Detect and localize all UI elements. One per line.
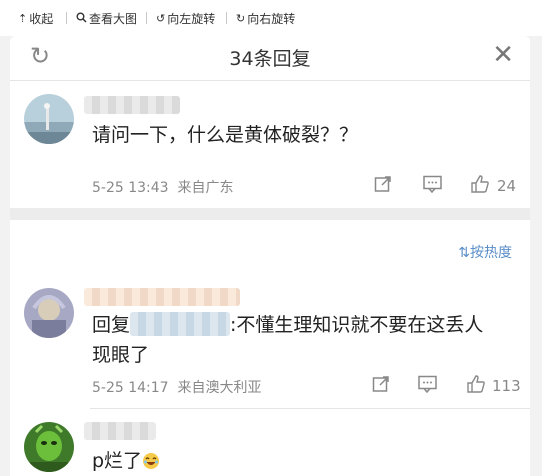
close-icon[interactable]: ✕ — [492, 40, 514, 70]
reply-text: 回复:不懂生理知识就不要在这丢人现眼了 — [92, 310, 502, 370]
username-redacted[interactable] — [84, 422, 156, 440]
like-icon[interactable] — [466, 374, 486, 399]
comment-text: 请问一下，什么是黄体破裂？？ — [92, 124, 359, 146]
rotate-right-label: 向右旋转 — [247, 12, 296, 26]
comment-icon[interactable] — [418, 375, 437, 398]
reply-body: p烂了 — [92, 450, 143, 472]
avatar[interactable] — [24, 94, 74, 144]
reply-panel: ↻ 34条回复 ✕ 请问一下，什么是黄体破裂？？ 5-25 13:43 来自广东 — [10, 36, 530, 476]
comment-location: 来自广东 — [177, 180, 234, 196]
toolbar-divider — [146, 12, 147, 24]
panel-title: 34条回复 — [229, 48, 311, 70]
share-icon[interactable] — [374, 175, 392, 198]
like-count: 24 — [497, 177, 517, 195]
like-icon[interactable] — [470, 174, 490, 199]
upload-arrow-icon: ⇡ — [18, 12, 28, 25]
reply-prefix: 回复 — [92, 314, 131, 336]
reply-location: 来自澳大利亚 — [177, 380, 262, 396]
reply-divider — [90, 408, 530, 409]
mention-redacted[interactable] — [130, 312, 231, 336]
magnifier-icon — [76, 12, 87, 26]
comment-meta: 5-25 13:43 来自广东 — [92, 177, 233, 197]
section-gap — [10, 208, 530, 220]
collapse-button[interactable]: ⇡ 收起 — [18, 10, 53, 27]
rotate-right-icon: ↻ — [236, 12, 246, 25]
laughing-emoji-icon — [142, 449, 160, 476]
sort-by-hot-button[interactable]: ⇅按热度 — [458, 242, 512, 262]
collapse-label: 收起 — [29, 12, 54, 26]
comment-time: 5-25 13:43 — [92, 180, 169, 196]
reply-time: 5-25 14:17 — [92, 380, 169, 396]
like-count: 113 — [492, 377, 521, 395]
toolbar-divider — [66, 12, 67, 24]
username-redacted[interactable] — [84, 96, 180, 114]
reply-text: p烂了 — [92, 446, 160, 476]
rotate-left-label: 向左旋转 — [167, 12, 216, 26]
panel-header: ↻ 34条回复 ✕ — [10, 36, 530, 78]
avatar[interactable] — [24, 422, 74, 472]
rotate-right-button[interactable]: ↻ 向右旋转 — [236, 10, 295, 27]
toolbar-divider — [226, 12, 227, 24]
header-divider — [10, 80, 530, 81]
comment-icon[interactable] — [423, 175, 442, 198]
reply-meta: 5-25 14:17 来自澳大利亚 — [92, 377, 261, 397]
view-large-button[interactable]: 查看大图 — [76, 10, 137, 27]
sort-icon: ⇅ — [458, 245, 470, 261]
image-toolbar: ⇡ 收起 查看大图 ↺ 向左旋转 ↻ 向右旋转 — [0, 0, 542, 36]
view-large-label: 查看大图 — [89, 12, 138, 26]
avatar[interactable] — [24, 288, 74, 338]
share-icon[interactable] — [372, 375, 390, 398]
rotate-left-button[interactable]: ↺ 向左旋转 — [156, 10, 215, 27]
username-redacted[interactable] — [84, 288, 240, 306]
rotate-left-icon: ↺ — [156, 12, 166, 25]
sort-label: 按热度 — [470, 245, 512, 261]
